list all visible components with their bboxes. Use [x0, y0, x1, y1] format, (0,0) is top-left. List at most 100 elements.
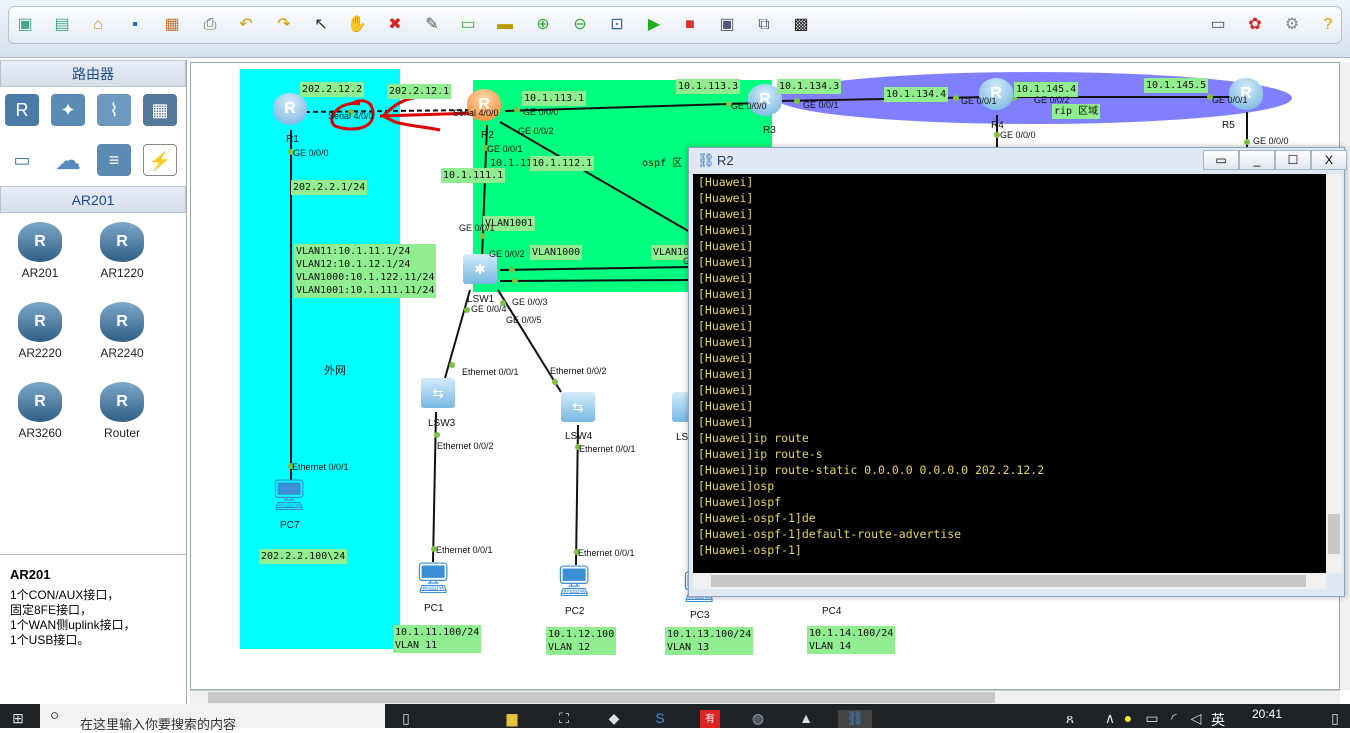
ip-label: 10.1.11.100/24 VLAN 11	[393, 625, 482, 653]
terminal-line: [Huawei]	[698, 383, 754, 397]
ip-label: 202.2.2.1/24	[291, 180, 368, 195]
scrollbar-thumb[interactable]	[208, 692, 995, 703]
device-name: R1	[286, 134, 299, 145]
browser-360-icon[interactable]: S	[650, 710, 670, 728]
router-r1[interactable]: R	[273, 93, 307, 125]
terminal-line: [Huawei]	[698, 191, 754, 205]
device-name: LSW3	[428, 418, 456, 429]
device-name: R2	[481, 130, 494, 141]
scrollbar-thumb[interactable]	[1328, 514, 1340, 554]
terminal-line: [Huawei]	[698, 399, 754, 413]
ip-label: 10.1.134.3	[777, 79, 842, 94]
ip-label: 202.2.2.100\24	[259, 549, 348, 564]
terminal-line: [Huawei]	[698, 303, 754, 317]
port-label: GE 0/0/4	[471, 304, 507, 314]
tray-expand-icon[interactable]: ∧	[1100, 710, 1120, 728]
router-r5[interactable]: R	[1229, 78, 1263, 110]
device-name: LSW4	[565, 431, 593, 442]
link-lsw1-b	[499, 279, 691, 282]
people-icon[interactable]: ጸ	[1060, 710, 1080, 728]
device-name: PC4	[822, 606, 842, 617]
terminal-line: [Huawei]ip route-static 0.0.0.0 0.0.0.0 …	[698, 463, 1045, 477]
terminal-line: [Huawei]	[698, 367, 754, 381]
minimize-button[interactable]: _	[1239, 150, 1275, 170]
terminal-line: [Huawei]ospf	[698, 495, 782, 509]
terminal-line: [Huawei]	[698, 255, 754, 269]
rip-area-label: rip 区域	[1052, 104, 1101, 119]
port-label: Serial 4/0/0	[453, 108, 499, 118]
port-label: GE 0/0/3	[512, 297, 548, 307]
port-label: GE 0/0/0	[523, 107, 559, 117]
terminal-horizontal-scrollbar[interactable]	[693, 573, 1326, 589]
switch-lsw3[interactable]: ⇆	[421, 378, 455, 408]
ime-indicator[interactable]: 英	[1208, 710, 1228, 728]
search-placeholder: 在这里输入你要搜索的内容	[80, 717, 237, 732]
terminal-line: [Huawei]ip route	[698, 431, 809, 445]
ip-label: 10.1.113.3	[676, 79, 741, 94]
terminal-window-r2[interactable]: ⛓ R2 ▭ _ ☐ X [Huawei] [Huawei] [Huawei] [Hu…	[688, 147, 1347, 597]
app-icon[interactable]: ◆	[604, 710, 624, 728]
terminal-line: [Huawei]	[698, 287, 754, 301]
port-label: Ethernet 0/0/2	[550, 366, 607, 376]
port-label: GE 0/0/1	[459, 223, 495, 233]
port-label: GE 0/0/2	[489, 249, 525, 259]
ip-label: 10.1.112.1	[530, 156, 595, 171]
maximize-button[interactable]: ☐	[1275, 150, 1311, 170]
ip-label: 10.1.12.100 VLAN 12	[546, 627, 617, 655]
youdao-icon[interactable]: 有	[700, 710, 720, 728]
terminal-line: [Huawei]	[698, 271, 754, 285]
ospf-area-label: ospf 区	[642, 158, 683, 169]
port-label: GE 0/0/1	[1212, 95, 1248, 105]
link-lsw1-a	[499, 266, 691, 271]
close-button[interactable]: X	[1311, 150, 1347, 170]
external-area-label: 外网	[324, 364, 346, 377]
ip-label: 10.1.14.100/24 VLAN 14	[807, 626, 896, 654]
terminal-line: [Huawei]	[698, 223, 754, 237]
ip-label: 10.1.113.1	[522, 91, 587, 106]
ip-label: 10.1.145.5	[1144, 78, 1209, 93]
device-name: R3	[763, 125, 776, 136]
search-icon: ○	[50, 707, 60, 724]
terminal-titlebar[interactable]: ⛓ R2 ▭ _ ☐ X	[689, 148, 1347, 173]
file-explorer-icon[interactable]: ▆	[502, 710, 522, 728]
port-label: GE 0/0/0	[293, 148, 329, 158]
port-label: GE 0/0/0	[1253, 136, 1289, 146]
notification-icon[interactable]: ▯	[1325, 710, 1345, 728]
port-label: GE 0/0/5	[506, 315, 542, 325]
scrollbar-thumb[interactable]	[711, 575, 1306, 587]
photos-icon[interactable]: ▲	[796, 710, 816, 728]
terminal-line: [Huawei-ospf-1]de	[698, 511, 816, 525]
terminal-output[interactable]: [Huawei] [Huawei] [Huawei] [Huawei] [Huawei]…	[693, 174, 1326, 573]
wifi-icon[interactable]: ◜	[1164, 710, 1184, 728]
port-label: GE 0/0/1	[961, 96, 997, 106]
port-label: Serial 4/0/0	[328, 111, 374, 121]
terminal-line: [Huawei-ospf-1]default-route-advertise	[698, 527, 962, 541]
battery-icon[interactable]: ▭	[1142, 710, 1162, 728]
taskbar-search-box[interactable]: ○ 在这里输入你要搜索的内容	[40, 704, 385, 732]
port-label: Ethernet 0/0/1	[462, 367, 519, 377]
tray-app-icon[interactable]: ●	[1118, 710, 1138, 728]
terminal-line: [Huawei]	[698, 415, 754, 429]
pc-pc2[interactable]: 🖥	[555, 564, 593, 600]
terminal-title: R2	[717, 153, 734, 168]
pc-pc1[interactable]: 🖥	[414, 561, 452, 597]
terminal-line: [Huawei]	[698, 175, 754, 189]
port-label: Ethernet 0/0/1	[292, 462, 349, 472]
store-icon[interactable]: ⛶	[554, 710, 574, 728]
taskbar: ⊞ ○ 在这里输入你要搜索的内容 ▯ ▆ ⛶ ◆ S 有 ◍ ▲ ⛓ ጸ ∧ ●…	[0, 704, 1350, 732]
clock[interactable]: 20:41	[1252, 707, 1282, 721]
volume-icon[interactable]: ◁	[1186, 710, 1206, 728]
restore-layout-button[interactable]: ▭	[1203, 150, 1239, 170]
canvas-horizontal-scrollbar[interactable]	[190, 690, 1340, 704]
switch-lsw4[interactable]: ⇆	[561, 392, 595, 422]
windows-start-icon[interactable]: ⊞	[8, 710, 28, 728]
port-label: GE 0/0/2	[1034, 95, 1070, 105]
task-view-icon[interactable]: ▯	[396, 710, 416, 728]
pc-pc7[interactable]: 🖥	[270, 478, 308, 514]
terminal-line: [Huawei]ip route-s	[698, 447, 823, 461]
terminal-line: [Huawei]	[698, 335, 754, 349]
ensp-icon[interactable]: ⛓	[838, 710, 872, 728]
terminal-vertical-scrollbar[interactable]	[1326, 174, 1342, 573]
network-app-icon[interactable]: ◍	[748, 710, 768, 728]
ip-label: 202.2.12.1	[387, 84, 452, 99]
